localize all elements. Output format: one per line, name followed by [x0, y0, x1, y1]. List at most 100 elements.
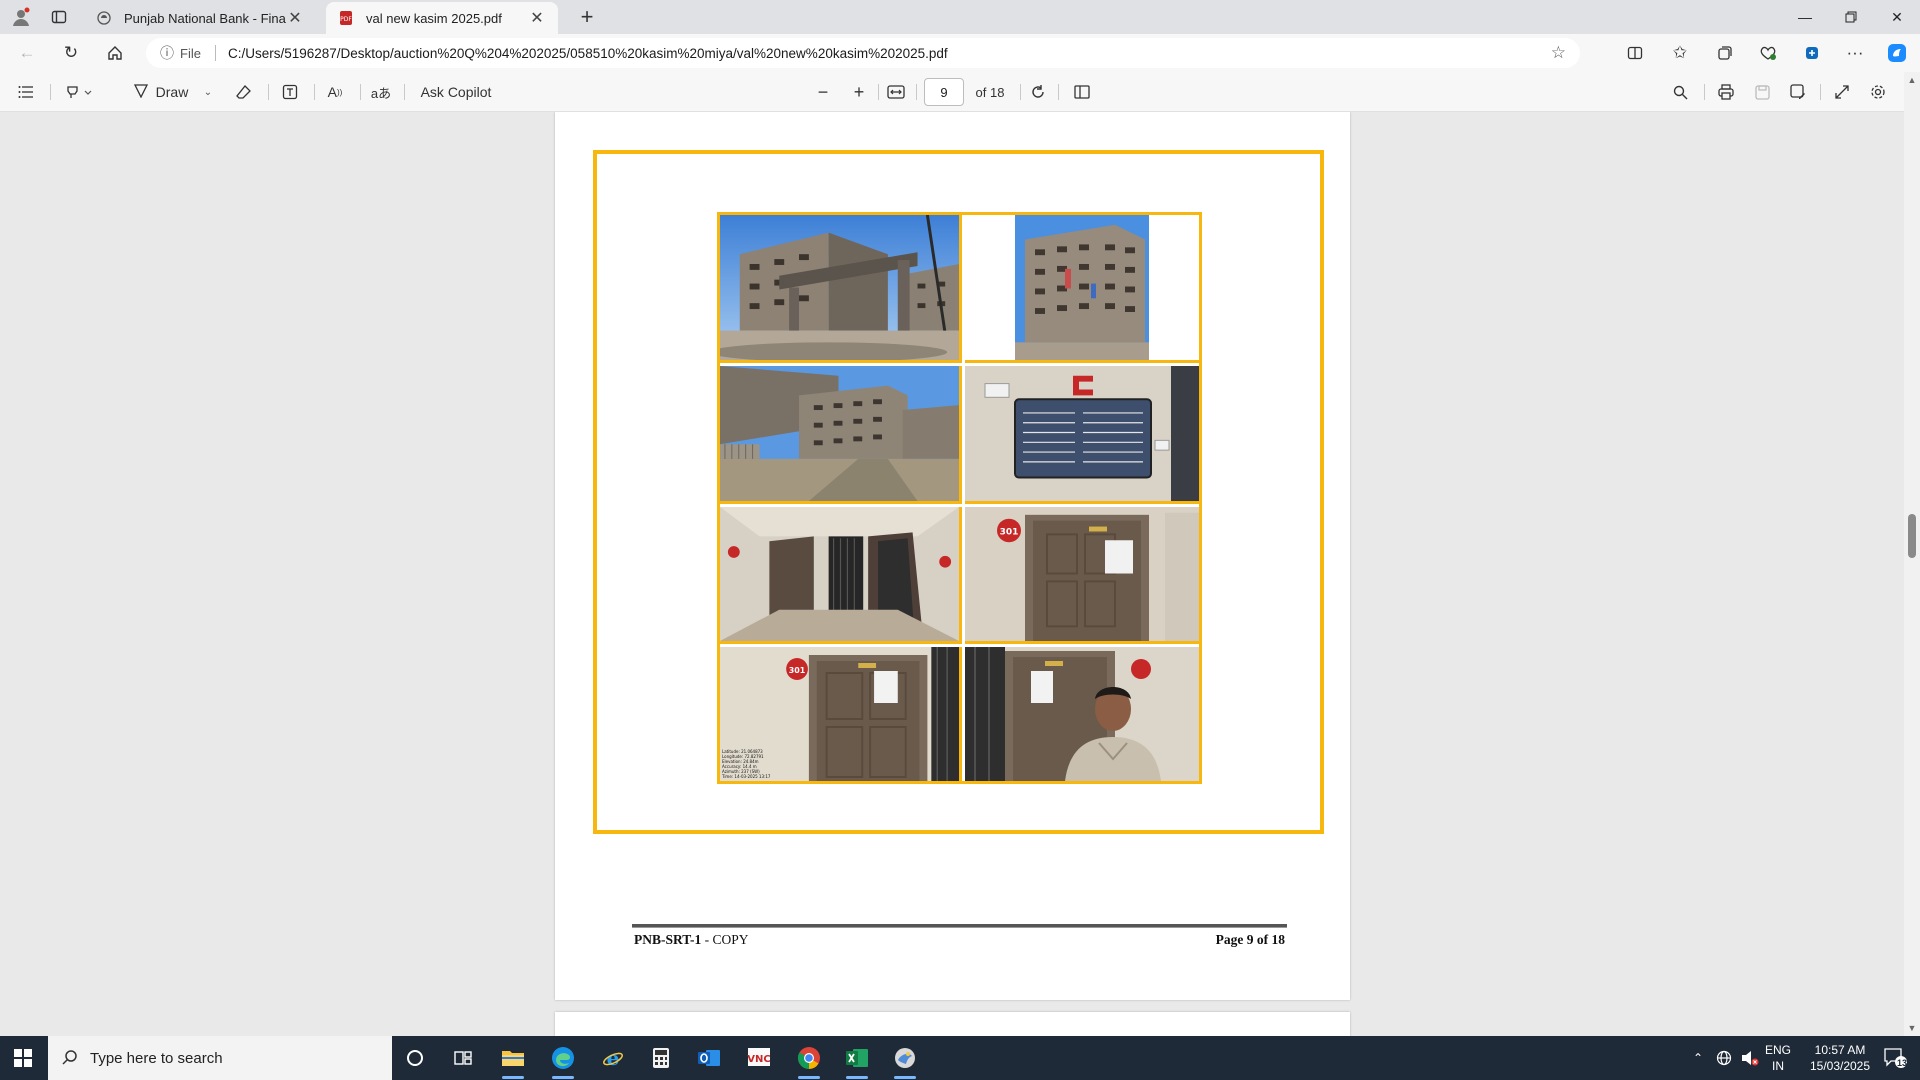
pdf-icon: PDF: [338, 10, 354, 26]
building-approach-photo: [720, 366, 962, 504]
building-photo: [965, 215, 1199, 363]
svg-text:e: e: [607, 1047, 620, 1069]
print-icon[interactable]: [1712, 78, 1740, 106]
taskbar-search-box[interactable]: Type here to search: [48, 1036, 392, 1080]
system-clock[interactable]: 10:57 AM 15/03/2025: [1800, 1042, 1880, 1074]
notification-center-icon[interactable]: 13: [1878, 1036, 1914, 1080]
society-notice-board-photo: [965, 366, 1199, 504]
fullscreen-icon[interactable]: [1828, 78, 1856, 106]
show-hidden-icons-icon[interactable]: ⌃: [1686, 1036, 1710, 1080]
remote-app-icon[interactable]: VNC: [736, 1036, 782, 1080]
door-number-label: 301: [1000, 527, 1019, 537]
scroll-down-arrow-icon[interactable]: ▼: [1904, 1020, 1920, 1036]
windows-start-icon[interactable]: [0, 1036, 46, 1080]
chevron-down-icon[interactable]: ⌄: [200, 78, 216, 106]
favorite-star-icon[interactable]: ☆: [1551, 43, 1566, 63]
back-icon[interactable]: ←: [12, 39, 42, 67]
rotate-icon[interactable]: [1024, 78, 1052, 106]
close-window-button[interactable]: ✕: [1874, 0, 1920, 34]
settings-gear-icon[interactable]: [1864, 78, 1892, 106]
info-icon[interactable]: ⓘ: [160, 43, 174, 63]
divider: [1704, 84, 1705, 100]
scrollbar-thumb[interactable]: [1908, 514, 1916, 558]
address-bar[interactable]: ⓘ File C:/Users/5196287/Desktop/auction%…: [146, 38, 1580, 68]
divider: [268, 84, 269, 100]
minimize-button[interactable]: —: [1782, 0, 1828, 34]
divider: [214, 45, 216, 61]
tab-pdf[interactable]: PDF val new kasim 2025.pdf ✕: [326, 2, 558, 34]
taskbar-app-icon[interactable]: [882, 1036, 928, 1080]
footer-code: PNB-SRT-1: [634, 932, 702, 947]
copilot-icon[interactable]: [1882, 39, 1912, 67]
draw-button[interactable]: Draw: [126, 78, 196, 106]
divider: [404, 84, 405, 100]
restore-button[interactable]: [1828, 0, 1874, 34]
clock-date: 15/03/2025: [1809, 1059, 1871, 1073]
outlook-icon[interactable]: [686, 1036, 732, 1080]
zoom-out-icon[interactable]: −: [810, 78, 836, 106]
divider: [50, 84, 51, 100]
page-icon: [96, 10, 112, 26]
collections-icon[interactable]: [1710, 39, 1740, 67]
internet-explorer-icon[interactable]: e: [590, 1036, 636, 1080]
close-tab-icon[interactable]: ✕: [286, 8, 304, 28]
save-icon[interactable]: [1748, 78, 1776, 106]
excel-icon[interactable]: [834, 1036, 880, 1080]
region-code: IN: [1772, 1059, 1784, 1073]
geotag-text: Latitude: 21.064873 Longitude: 72.82791 …: [722, 749, 770, 779]
calculator-icon[interactable]: [638, 1036, 684, 1080]
language-code: ENG: [1764, 1043, 1791, 1057]
split-screen-icon[interactable]: [1620, 39, 1650, 67]
footer-page-number: Page 9 of 18: [1215, 932, 1285, 947]
next-pdf-page: [555, 1012, 1350, 1036]
save-as-icon[interactable]: [1784, 78, 1812, 106]
text-box-icon[interactable]: [276, 78, 304, 106]
corridor-doors-photo: [720, 507, 962, 644]
profile-icon[interactable]: [6, 4, 36, 30]
search-icon[interactable]: [1666, 78, 1694, 106]
svg-text:PDF: PDF: [340, 16, 352, 23]
divider: [314, 84, 315, 100]
new-tab-button[interactable]: +: [572, 4, 602, 30]
door-number-label: 301: [789, 666, 805, 675]
page-number-input[interactable]: 9: [924, 78, 964, 106]
selfie-at-door-photo: [965, 647, 1199, 781]
more-options-icon[interactable]: ···: [1840, 39, 1870, 67]
navigation-bar: ← ↻ ⓘ File C:/Users/5196287/Desktop/auct…: [0, 34, 1920, 72]
refresh-icon[interactable]: ↻: [56, 39, 86, 67]
tab-punjab-national-bank[interactable]: Punjab National Bank - Finacle ✕: [84, 2, 316, 34]
highlight-tool-button[interactable]: [58, 78, 100, 106]
scroll-up-arrow-icon[interactable]: ▲: [1904, 72, 1920, 88]
divider: [916, 84, 917, 100]
volume-muted-icon[interactable]: [1738, 1036, 1762, 1080]
file-explorer-icon[interactable]: [490, 1036, 536, 1080]
chrome-icon[interactable]: [786, 1036, 832, 1080]
translate-icon[interactable]: aあ: [366, 78, 396, 106]
browser-essentials-icon[interactable]: [1753, 39, 1783, 67]
page-view-icon[interactable]: [1068, 78, 1096, 106]
ask-copilot-button[interactable]: Ask Copilot: [414, 78, 498, 106]
pdf-viewer[interactable]: 301 301 Latitude: 21.064873 Longitude: 7…: [0, 112, 1904, 1036]
fit-to-page-icon[interactable]: [882, 78, 910, 106]
network-globe-icon[interactable]: [1712, 1036, 1736, 1080]
favorites-icon[interactable]: ✩: [1665, 39, 1695, 67]
vertical-scrollbar[interactable]: ▲ ▼: [1904, 72, 1920, 1036]
close-tab-icon[interactable]: ✕: [528, 8, 546, 28]
contents-icon[interactable]: [12, 78, 40, 106]
extension-icon[interactable]: [1797, 39, 1827, 67]
zoom-in-icon[interactable]: +: [846, 78, 872, 106]
draw-label: Draw: [155, 84, 189, 100]
divider: [1058, 84, 1059, 100]
svg-text:VNC: VNC: [747, 1054, 770, 1065]
task-view-icon[interactable]: [440, 1036, 486, 1080]
geotag-line: Time: 14-03-2025 13:17: [722, 774, 771, 779]
input-language-indicator[interactable]: ENG IN: [1762, 1042, 1794, 1074]
url-text[interactable]: C:/Users/5196287/Desktop/auction%20Q%204…: [228, 46, 1551, 61]
read-aloud-icon[interactable]: A)): [320, 78, 350, 106]
eraser-icon[interactable]: [230, 78, 258, 106]
pdf-page: 301 301 Latitude: 21.064873 Longitude: 7…: [555, 112, 1350, 1000]
tab-actions-icon[interactable]: [44, 4, 74, 30]
home-icon[interactable]: [100, 39, 130, 67]
edge-browser-icon[interactable]: [540, 1036, 586, 1080]
cortana-icon[interactable]: [392, 1036, 438, 1080]
